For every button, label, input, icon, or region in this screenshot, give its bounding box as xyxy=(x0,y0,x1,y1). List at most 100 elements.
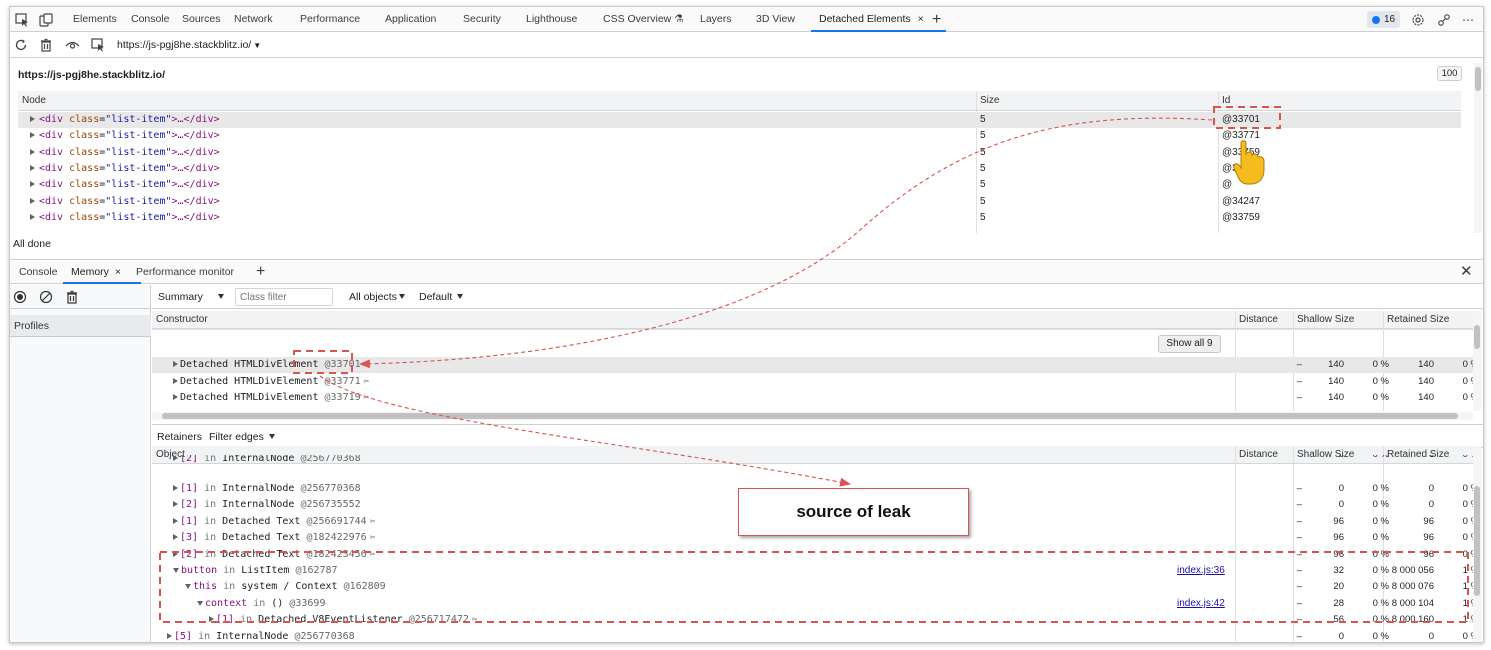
id-cell: @3 xyxy=(1222,163,1238,174)
expand-triangle-icon[interactable] xyxy=(197,601,203,606)
constructor-hscrollbar[interactable] xyxy=(152,412,1473,420)
tab-elements[interactable]: Elements xyxy=(73,7,117,32)
tab-detached-elements[interactable]: Detached Elements × xyxy=(811,7,946,32)
source-link[interactable]: index.js:42 xyxy=(1177,596,1225,612)
tab-security[interactable]: Security xyxy=(463,7,501,32)
col-retained-size[interactable]: Retained Size xyxy=(1387,311,1449,329)
expand-triangle-icon[interactable] xyxy=(30,132,35,138)
tab-css-overview[interactable]: CSS Overview ⚗ xyxy=(603,7,684,32)
tab-sources[interactable]: Sources xyxy=(182,7,221,32)
close-drawer-icon[interactable]: ✕ xyxy=(1460,260,1473,284)
table-row[interactable]: context in () @33699 index.js:42–28 0 % 8 0… xyxy=(152,596,1479,612)
constructor-vscrollbar[interactable] xyxy=(1473,311,1481,411)
expand-triangle-icon[interactable] xyxy=(173,568,179,573)
expand-triangle-icon[interactable] xyxy=(173,485,178,491)
scrollbar-thumb[interactable] xyxy=(1474,486,1480,596)
show-eye-icon[interactable] xyxy=(64,37,80,53)
tab-3d-view[interactable]: 3D View xyxy=(756,7,795,32)
retainers-vscrollbar[interactable] xyxy=(1473,446,1481,642)
expand-triangle-icon[interactable] xyxy=(173,361,178,367)
table-row[interactable]: this in system / Context @162809–20 0 % 8 … xyxy=(152,579,1479,595)
tab-performance[interactable]: Performance xyxy=(300,7,360,32)
table-row[interactable]: <div class="list-item">…</div> 5 @33759 xyxy=(18,145,1461,161)
expand-triangle-icon[interactable] xyxy=(209,616,214,622)
id-cell: @33759 xyxy=(1222,212,1260,223)
table-row[interactable]: <div class="list-item">…</div> 5 @34247 xyxy=(18,194,1461,210)
scrollbar-thumb[interactable] xyxy=(162,413,1458,419)
more-options-icon[interactable]: ⋯ xyxy=(1460,12,1476,28)
table-row[interactable]: button in ListItem @162787 index.js:36 – 32… xyxy=(152,563,1479,579)
view-select[interactable]: Summary xyxy=(158,285,224,309)
expand-triangle-icon[interactable] xyxy=(173,394,178,400)
expand-triangle-icon[interactable] xyxy=(30,116,35,122)
delete-trash-icon[interactable] xyxy=(38,37,54,53)
source-link[interactable]: index.js:36 xyxy=(1177,563,1225,579)
add-drawer-tab-icon[interactable]: + xyxy=(256,260,265,284)
table-row[interactable]: [2] in InternalNode @256770368–00 %00 % xyxy=(152,455,1473,463)
class-filter-input[interactable] xyxy=(235,288,333,306)
table-row[interactable]: [1] in Detached V8EventListener @2567174… xyxy=(152,612,1479,628)
scrollbar-thumb[interactable] xyxy=(1474,325,1480,349)
expand-triangle-icon[interactable] xyxy=(30,149,35,155)
expand-triangle-icon[interactable] xyxy=(30,198,35,204)
drawer-tab-performance-monitor[interactable]: Performance monitor xyxy=(136,260,234,284)
close-tab-icon[interactable]: × xyxy=(115,266,121,278)
distance-cell: – xyxy=(1296,581,1302,592)
col-node[interactable]: Node xyxy=(22,91,46,111)
distance-cell: – xyxy=(1296,359,1302,370)
refresh-icon[interactable] xyxy=(13,37,29,53)
scrollbar-thumb[interactable] xyxy=(1475,67,1481,91)
table-row[interactable]: <div class="list-item">…</div> 5 @33771 xyxy=(18,128,1461,144)
tab-lighthouse[interactable]: Lighthouse xyxy=(526,7,577,32)
expand-triangle-icon[interactable] xyxy=(173,378,178,384)
collect-garbage-icon[interactable] xyxy=(64,289,80,305)
table-row[interactable]: [2] in Detached Text @182423456 ✂ –96 0 % 96… xyxy=(152,547,1479,563)
issues-badge[interactable]: 16 xyxy=(1367,11,1401,28)
table-row[interactable]: Detached HTMLDivElement @33719 ✂ – 140 0 … xyxy=(152,390,1479,406)
expand-triangle-icon[interactable] xyxy=(173,534,178,540)
col-size[interactable]: Size xyxy=(980,91,999,111)
table-row[interactable]: Detached HTMLDivElement @33771 ✂ – 140 0 … xyxy=(152,374,1479,390)
remote-devices-icon[interactable] xyxy=(1436,12,1452,28)
show-all-button[interactable]: Show all 9 xyxy=(1158,335,1221,353)
sort-select[interactable]: Default xyxy=(419,285,464,309)
table-row[interactable]: Detached HTMLDivElement @33701 ✂ – 140 0 … xyxy=(152,357,1479,373)
drawer-tab-console[interactable]: Console xyxy=(19,260,58,284)
tab-layers[interactable]: Layers xyxy=(700,7,732,32)
table-row[interactable]: [5] in InternalNode @256770368–0 0 % 0 0 % xyxy=(152,629,1479,642)
tab-network[interactable]: Network xyxy=(234,7,273,32)
settings-gear-icon[interactable] xyxy=(1410,12,1426,28)
expand-triangle-icon[interactable] xyxy=(30,181,35,187)
col-constructor[interactable]: Constructor xyxy=(156,311,208,329)
tab-application[interactable]: Application xyxy=(385,7,436,32)
expand-triangle-icon[interactable] xyxy=(30,214,35,220)
detached-scrollbar[interactable] xyxy=(1474,63,1482,233)
expand-triangle-icon[interactable] xyxy=(185,584,191,589)
expand-triangle-icon[interactable] xyxy=(30,165,35,171)
record-icon[interactable] xyxy=(12,289,28,305)
col-distance[interactable]: Distance xyxy=(1239,311,1278,329)
object-cell: [1] in Detached Text @256691744 ✂ xyxy=(173,514,375,530)
table-row[interactable]: <div class="list-item">…</div> 5 @33701 xyxy=(18,112,1461,128)
device-toolbar-icon[interactable] xyxy=(38,12,54,28)
table-row[interactable]: <div class="list-item">…</div> 5 @ xyxy=(18,177,1461,193)
expand-triangle-icon[interactable] xyxy=(173,455,178,461)
close-tab-icon[interactable]: × xyxy=(918,13,924,25)
select-node-icon[interactable] xyxy=(90,37,106,53)
expand-triangle-icon[interactable] xyxy=(173,518,178,524)
constructor-grid-header: Constructor Distance Shallow Size Retain… xyxy=(152,311,1473,329)
expand-triangle-icon[interactable] xyxy=(167,633,172,639)
add-tab-icon[interactable]: + xyxy=(932,7,941,32)
table-row[interactable]: <div class="list-item">…</div> 5 @3 xyxy=(18,161,1461,177)
col-shallow-size[interactable]: Shallow Size xyxy=(1297,311,1354,329)
expand-triangle-icon[interactable] xyxy=(173,501,178,507)
table-row[interactable]: <div class="list-item">…</div> 5 @33759 xyxy=(18,210,1461,226)
page-selector[interactable]: https://js-pgj8he.stackblitz.io/▼ xyxy=(117,33,261,58)
expand-triangle-icon[interactable] xyxy=(173,551,178,557)
inspect-element-icon[interactable] xyxy=(14,12,30,28)
objects-filter-select[interactable]: All objects xyxy=(349,285,405,309)
tab-console[interactable]: Console xyxy=(131,7,170,32)
drawer-tab-memory[interactable]: Memory × xyxy=(62,260,142,284)
clear-circle-icon[interactable] xyxy=(38,289,54,305)
col-id[interactable]: Id xyxy=(1222,91,1230,111)
